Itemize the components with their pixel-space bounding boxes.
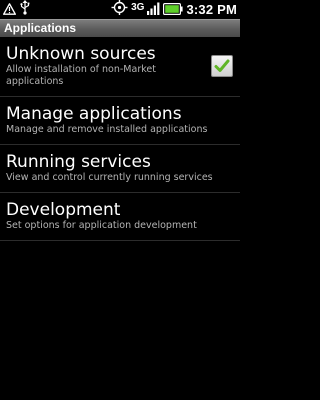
list-item-development[interactable]: Development Set options for application … bbox=[0, 193, 240, 241]
status-clock: 3:32 PM bbox=[186, 2, 237, 17]
unknown-sources-checkbox[interactable] bbox=[211, 55, 233, 77]
usb-icon bbox=[20, 0, 30, 19]
item-title: Unknown sources bbox=[6, 44, 156, 64]
gps-icon bbox=[111, 0, 128, 19]
battery-icon bbox=[163, 0, 184, 19]
network-type-label: 3G bbox=[131, 1, 145, 13]
page-title: Applications bbox=[4, 21, 77, 35]
item-title: Development bbox=[6, 200, 121, 220]
list-item-running-services[interactable]: Running services View and control curren… bbox=[0, 145, 240, 193]
settings-list: Unknown sources Allow installation of no… bbox=[0, 37, 240, 241]
item-summary: View and control currently running servi… bbox=[6, 172, 213, 183]
item-summary: Set options for application development bbox=[6, 220, 197, 231]
item-summary: Allow installation of non-Market applica… bbox=[6, 64, 156, 87]
item-title: Manage applications bbox=[6, 104, 182, 124]
status-bar: 3G 3:32 PM bbox=[0, 0, 240, 19]
signal-icon bbox=[147, 0, 160, 19]
list-item-manage-applications[interactable]: Manage applications Manage and remove in… bbox=[0, 97, 240, 145]
title-bar: Applications bbox=[0, 19, 240, 37]
item-summary: Manage and remove installed applications bbox=[6, 124, 208, 135]
list-item-unknown-sources[interactable]: Unknown sources Allow installation of no… bbox=[0, 37, 240, 97]
alert-icon bbox=[3, 0, 16, 19]
item-title: Running services bbox=[6, 152, 151, 172]
